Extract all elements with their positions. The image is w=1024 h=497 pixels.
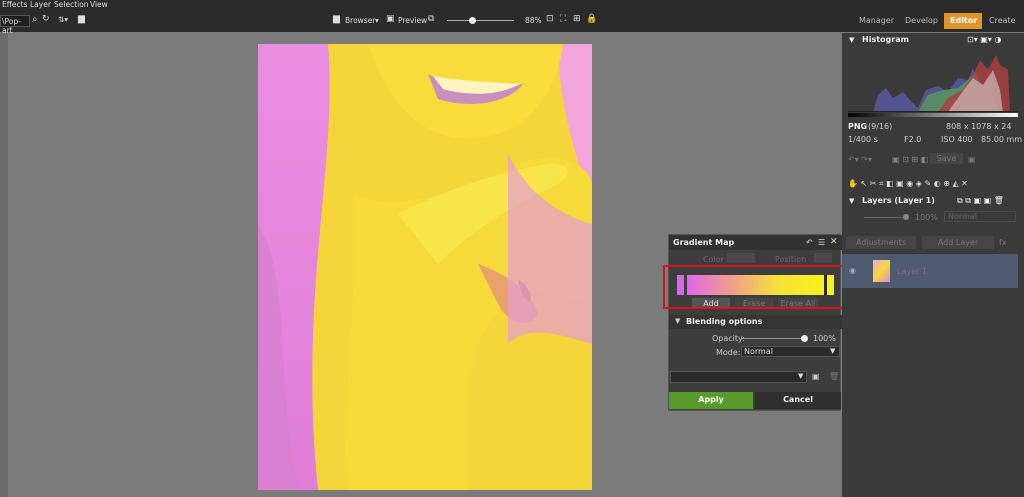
menu-view[interactable]: View xyxy=(90,0,108,9)
toolbar: \Pop-art ⌕ ↻ ⇅▾ ▆ ▆ Browser ▾ ▣ Preview … xyxy=(0,10,1024,35)
focal-length: 85.00 mm xyxy=(981,135,1023,144)
layer-opacity-slider[interactable] xyxy=(864,217,906,218)
preview-button[interactable]: Preview xyxy=(398,16,427,25)
collapse-triangle-icon: ▼ xyxy=(675,317,681,325)
histogram-gradient-bar xyxy=(848,113,1018,117)
mode-select[interactable]: Normal ▼ xyxy=(741,346,840,357)
fullscreen-icon[interactable]: ⛶ xyxy=(560,14,566,24)
dialog-title: Gradient Map xyxy=(669,235,842,250)
zoom-slider-handle[interactable] xyxy=(469,17,476,24)
color-swatch[interactable] xyxy=(727,253,755,263)
image-format: PNG xyxy=(848,122,868,131)
history-tools-icon[interactable]: ▣ ⊡ ⊞ ◧ xyxy=(892,155,928,164)
adjustments-button[interactable]: Adjustments xyxy=(846,236,916,249)
photo-canvas[interactable] xyxy=(258,44,592,490)
collapse-triangle-icon: ▼ xyxy=(849,36,855,44)
layers-header[interactable]: ▼ Layers (Layer 1) ⧉ ⧉ ▣ ▣ 🗑 xyxy=(842,194,1024,208)
zoom-level: 88% xyxy=(525,16,542,25)
menu-bar: Effects Layer Selection View xyxy=(0,0,1024,10)
tools-row-icon[interactable]: ✋ ↖ ✂ ⌗ ◧ ▣ ◉ ◈ ✎ ◐ ⊕ ◭ ✕ xyxy=(848,179,968,189)
fit-icon[interactable]: ⊡ xyxy=(546,14,554,24)
search-icon[interactable]: ⌕ xyxy=(32,14,38,25)
layer-blend-select[interactable]: Normal xyxy=(944,211,1016,222)
color-label: Color xyxy=(703,255,724,264)
histogram-chart xyxy=(848,50,1018,112)
menu-layer[interactable]: Layer xyxy=(30,0,51,9)
gradient-map-dialog: Gradient Map ↶ ☰ ✕ Color Position Add Er… xyxy=(668,234,842,411)
preset-chevron-icon: ▼ xyxy=(798,372,804,380)
folder-icon[interactable]: ▆ xyxy=(78,14,85,24)
apply-button[interactable]: Apply xyxy=(669,392,753,409)
blending-options-title: Blending options xyxy=(686,317,763,326)
position-field[interactable] xyxy=(814,253,832,263)
preset-select[interactable]: ▼ xyxy=(670,371,807,383)
layers-title: Layers (Layer 1) xyxy=(862,196,935,205)
image-index: (9/16) xyxy=(868,122,893,131)
menu-icon[interactable]: ☰ xyxy=(818,238,825,247)
menu-effects[interactable]: Effects xyxy=(2,0,28,9)
chevron-down-icon: ▼ xyxy=(830,347,836,355)
tab-manager[interactable]: Manager xyxy=(853,13,900,29)
shutter-speed: 1/400 s xyxy=(848,135,878,144)
aperture: F2.0 xyxy=(904,135,922,144)
histogram-header[interactable]: ▼ Histogram ⊡▾ ▣▾ ◑ xyxy=(842,33,1024,47)
menu-selection[interactable]: Selection xyxy=(54,0,89,9)
adjustments-label: Adjustments xyxy=(855,238,907,247)
history-save-button[interactable]: Save xyxy=(930,153,963,164)
blending-options-header[interactable]: ▼ Blending options xyxy=(669,315,842,329)
iso: ISO 400 xyxy=(941,135,973,144)
cancel-button[interactable]: Cancel xyxy=(755,392,841,409)
tab-create[interactable]: Create xyxy=(983,13,1022,29)
external-window-icon[interactable]: ⧉ xyxy=(428,14,434,24)
position-label: Position xyxy=(775,255,807,264)
browser-dropdown-icon[interactable]: ▾ xyxy=(375,16,379,25)
layer-row[interactable]: ◉ Layer 1 xyxy=(842,254,1018,288)
actual-size-icon[interactable]: ⊞ xyxy=(573,14,581,24)
opacity-label: Opacity: xyxy=(712,334,745,343)
layer-thumbnail xyxy=(873,260,890,282)
close-icon[interactable]: ✕ xyxy=(830,237,838,247)
histogram-options-icon[interactable]: ⊡▾ ▣▾ ◑ xyxy=(967,33,1001,47)
mode-label: Mode: xyxy=(716,348,741,357)
mode-value: Normal xyxy=(744,347,773,356)
left-strip xyxy=(0,33,8,497)
browser-button[interactable]: Browser xyxy=(345,16,375,25)
eye-icon[interactable]: ◉ xyxy=(849,266,856,275)
highlight-box xyxy=(663,265,844,309)
opacity-slider-handle[interactable] xyxy=(801,335,808,342)
image-dimensions: 808 x 1078 x 24 xyxy=(946,122,1012,131)
refresh-icon[interactable]: ↻ xyxy=(42,14,50,24)
layer-blend-value: Normal xyxy=(948,212,977,221)
sort-icon[interactable]: ⇅▾ xyxy=(58,15,68,24)
tab-editor[interactable]: Editor xyxy=(944,13,982,29)
add-layer-label: Add Layer xyxy=(937,238,979,247)
tab-develop[interactable]: Develop xyxy=(899,13,944,29)
fx-icon[interactable]: fx xyxy=(999,238,1007,247)
opacity-slider[interactable] xyxy=(741,338,805,339)
browser-icon: ▆ xyxy=(333,14,340,24)
zoom-slider[interactable] xyxy=(447,20,514,21)
photo-image xyxy=(258,44,592,490)
preset-field[interactable]: \Pop-art xyxy=(0,15,30,35)
collapse-triangle-icon: ▼ xyxy=(849,197,855,205)
history-undo-icon[interactable]: ↶▾ ↷▾ xyxy=(848,155,872,164)
layers-tools-icon[interactable]: ⧉ ⧉ ▣ ▣ 🗑 xyxy=(957,194,1004,208)
history-extra-icon[interactable]: ▣ xyxy=(968,155,976,164)
add-layer-button[interactable]: Add Layer xyxy=(922,236,994,249)
lock-icon[interactable]: 🔒 xyxy=(586,14,597,24)
layer-opacity-value: 100% xyxy=(915,213,938,222)
save-preset-icon[interactable]: ▣ xyxy=(812,372,820,381)
delete-preset-icon[interactable]: 🗑 xyxy=(829,372,839,381)
histogram-title: Histogram xyxy=(862,35,909,44)
opacity-value: 100% xyxy=(813,334,836,343)
right-panel: ▼ Histogram ⊡▾ ▣▾ ◑ PNG (9/16) 808 x 107… xyxy=(842,33,1024,497)
undo-icon[interactable]: ↶ xyxy=(806,238,813,247)
layer-name: Layer 1 xyxy=(897,267,927,276)
layer-opacity-handle[interactable] xyxy=(903,214,909,220)
preview-icon: ▣ xyxy=(386,14,395,24)
